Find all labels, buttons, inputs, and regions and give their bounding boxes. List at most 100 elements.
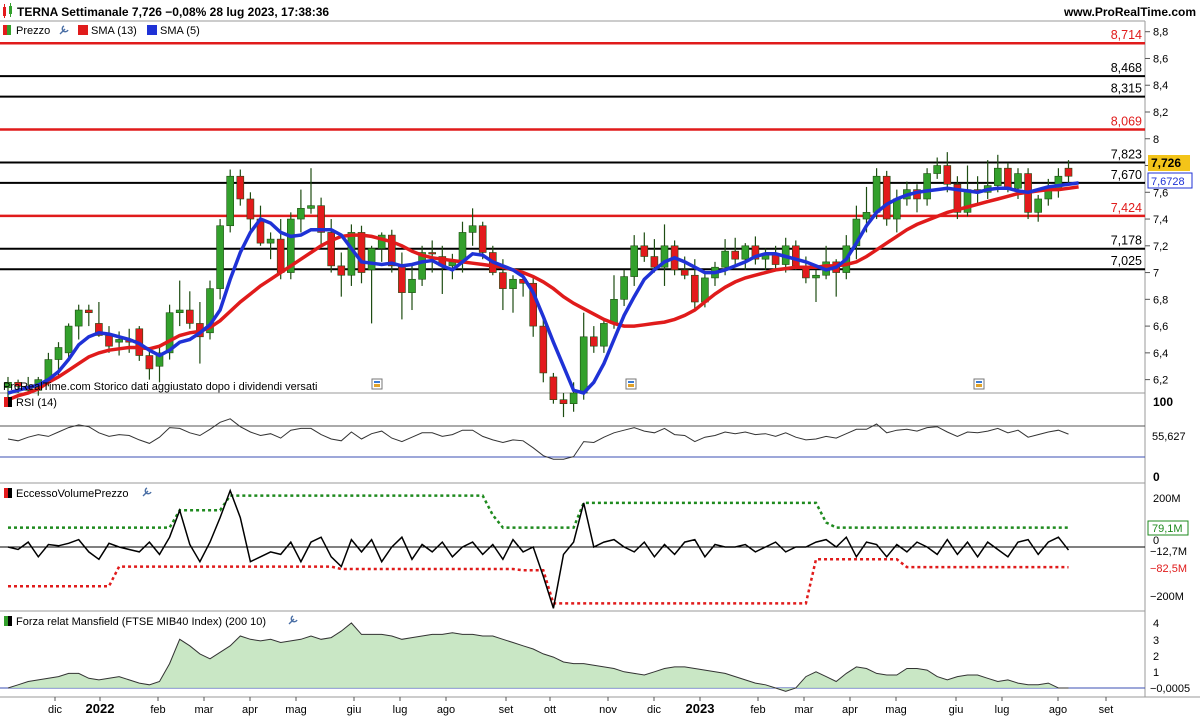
sma13-swatch-icon: [78, 25, 88, 35]
candle[interactable]: [74, 304, 83, 340]
x-axis-label: ago: [1049, 704, 1067, 716]
mansfield-panel: Forza relat Mansfield (FTSE MIB40 Index)…: [0, 615, 1190, 695]
candle[interactable]: [822, 245, 830, 280]
candle[interactable]: [145, 350, 154, 380]
legend: Prezzo SMA (13) SMA (5): [3, 25, 200, 37]
header: TERNA Settimanale 7,726 −0,08% 28 lug 20…: [3, 3, 1196, 19]
volume-current-value: −12,7M: [1150, 546, 1187, 558]
candle[interactable]: [85, 304, 93, 327]
level-label: 8,468: [1111, 61, 1142, 75]
x-axis-label: lug: [393, 704, 408, 716]
mansfield-tick-4: 4: [1153, 618, 1159, 630]
mansfield-label: Forza relat Mansfield (FTSE MIB40 Index)…: [16, 616, 266, 628]
sma5-swatch-icon: [147, 25, 157, 35]
legend-price[interactable]: Prezzo: [3, 25, 69, 37]
candle[interactable]: [539, 318, 548, 383]
candle[interactable]: [600, 318, 608, 353]
level-label: 8,069: [1111, 115, 1142, 129]
volume-tick-bottom: −200M: [1150, 591, 1184, 603]
legend-sma5[interactable]: SMA (5): [147, 25, 200, 37]
candle[interactable]: [327, 219, 336, 273]
candle[interactable]: [236, 169, 245, 206]
candle[interactable]: [630, 235, 639, 286]
candle[interactable]: [943, 152, 952, 193]
candle[interactable]: [640, 232, 649, 262]
x-axis-label: mar: [195, 704, 214, 716]
candle[interactable]: [367, 245, 376, 324]
candle[interactable]: [509, 275, 517, 313]
legend-sma13[interactable]: SMA (13): [78, 25, 137, 37]
candle[interactable]: [731, 237, 740, 266]
last-price-value: 7,726: [1151, 156, 1181, 170]
rsi-top-tick: 100: [1153, 395, 1173, 409]
x-axis-label: set: [1099, 704, 1114, 716]
candle[interactable]: [175, 280, 184, 327]
x-axis-label: apr: [842, 704, 858, 716]
candle[interactable]: [317, 197, 325, 246]
candle[interactable]: [660, 224, 669, 286]
candle[interactable]: [983, 160, 992, 199]
candle[interactable]: [913, 184, 921, 213]
candle[interactable]: [761, 248, 770, 270]
candle[interactable]: [1034, 194, 1042, 222]
candle[interactable]: [1064, 160, 1073, 185]
candle[interactable]: [933, 157, 942, 179]
candle[interactable]: [266, 232, 275, 260]
wrench-icon[interactable]: [288, 615, 298, 625]
candle[interactable]: [620, 269, 628, 307]
x-axis-label: mag: [285, 704, 306, 716]
candle[interactable]: [468, 208, 477, 246]
x-axis-label: ago: [437, 704, 455, 716]
candle[interactable]: [307, 168, 315, 214]
x-axis-label: feb: [150, 704, 165, 716]
candle[interactable]: [923, 168, 931, 206]
dividend-icon[interactable]: [973, 378, 985, 390]
candle[interactable]: [579, 312, 588, 400]
x-axis-label: giu: [949, 704, 964, 716]
x-axis-label: dic: [48, 704, 63, 716]
candle[interactable]: [589, 326, 598, 353]
candle[interactable]: [529, 275, 538, 337]
candle[interactable]: [559, 393, 568, 418]
x-axis-label: nov: [599, 704, 617, 716]
candle[interactable]: [206, 280, 214, 340]
candle[interactable]: [297, 189, 305, 233]
volume-upper-band: [8, 494, 1069, 529]
price-tick-label: 8: [1153, 134, 1159, 146]
dividend-icon[interactable]: [371, 378, 383, 390]
legend-price-label: Prezzo: [16, 25, 50, 37]
mansfield-area: [8, 623, 1069, 692]
dividend-icons: [371, 378, 985, 390]
candle[interactable]: [408, 265, 416, 311]
candle[interactable]: [812, 269, 820, 303]
candle[interactable]: [256, 205, 265, 246]
candle[interactable]: [226, 169, 234, 233]
wrench-icon[interactable]: [142, 487, 152, 497]
candle[interactable]: [337, 252, 346, 297]
mansfield-tick-3: 3: [1153, 635, 1159, 647]
candle[interactable]: [751, 236, 760, 265]
sma5-value: 7,6728: [1151, 176, 1185, 188]
volume-panel: EccessoVolumePrezzo 200M 0 −200M 79,1M −…: [0, 487, 1189, 609]
candle[interactable]: [882, 170, 891, 226]
candle[interactable]: [216, 219, 224, 300]
candle[interactable]: [186, 291, 194, 329]
candle[interactable]: [741, 243, 750, 270]
dividend-icon[interactable]: [625, 378, 637, 390]
wrench-icon[interactable]: [59, 25, 69, 35]
candle[interactable]: [387, 229, 396, 273]
candle[interactable]: [973, 176, 982, 203]
price-y-axis: 8,88,68,48,287,87,67,47,276,86,66,46,2: [1145, 27, 1168, 387]
price-tick-label: 7: [1153, 268, 1159, 280]
price-tick-label: 7,2: [1153, 241, 1168, 253]
site-url[interactable]: www.ProRealTime.com: [1063, 5, 1196, 19]
price-tick-label: 8,4: [1153, 80, 1168, 92]
candle[interactable]: [398, 252, 406, 320]
candle[interactable]: [1054, 168, 1063, 198]
price-tick-label: 6,6: [1153, 321, 1168, 333]
candle[interactable]: [852, 205, 861, 260]
candle[interactable]: [892, 189, 901, 233]
candle[interactable]: [549, 372, 558, 404]
candle[interactable]: [418, 245, 426, 286]
x-axis-label: 2022: [86, 701, 115, 716]
